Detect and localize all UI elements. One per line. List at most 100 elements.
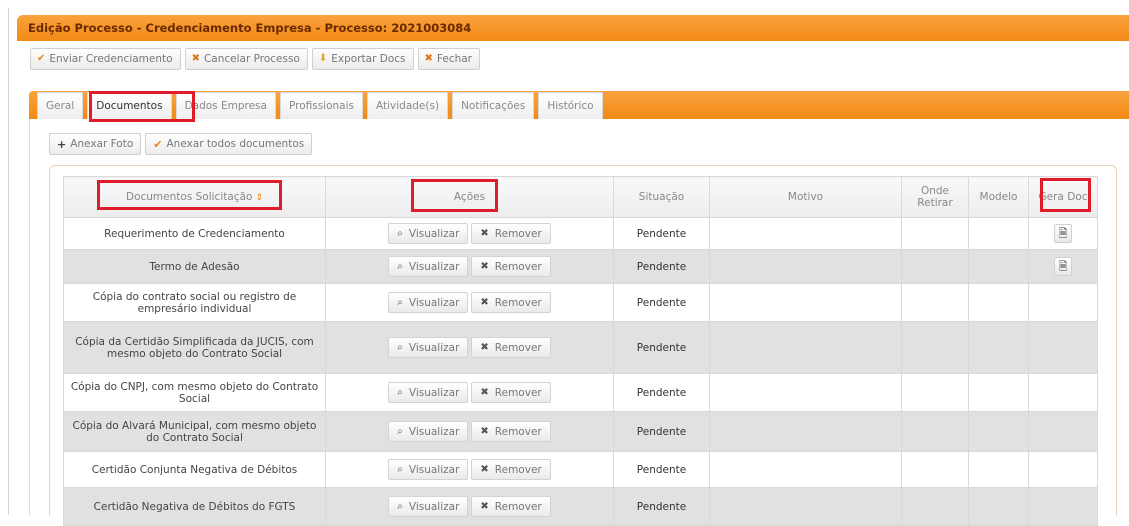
onde-retirar-cell [901, 373, 969, 412]
close-icon: ✖ [480, 426, 489, 437]
tab-historico[interactable]: Histórico [538, 92, 603, 119]
document-name: Cópia da Certidão Simplificada da JUCIS,… [75, 335, 314, 360]
onde-retirar-cell [901, 249, 969, 284]
plus-icon: + [57, 137, 67, 151]
column-header-onde-retirar: Onde Retirar [901, 176, 969, 218]
table-row: Termo de Adesão ⌕ Visualizar ✖ Remover Penden… [63, 249, 1098, 284]
document-name: Termo de Adesão [149, 260, 240, 273]
table-row: Cópia do contrato social ou registro de … [63, 283, 1098, 322]
remove-label: Remover [494, 386, 542, 399]
close-icon: ✖ [480, 297, 489, 308]
document-name-cell: Cópia do CNPJ, com mesmo objeto do Contr… [63, 373, 326, 412]
motivo-cell [709, 217, 902, 250]
view-button[interactable]: ⌕ Visualizar [388, 292, 469, 313]
tab-profissionais[interactable]: Profissionais [279, 92, 363, 119]
motivo-cell [709, 487, 902, 526]
table-row: Cópia do Alvará Municipal, com mesmo obj… [63, 411, 1098, 452]
cancel-process-button[interactable]: ✖ Cancelar Processo [184, 48, 308, 70]
view-label: Visualizar [408, 386, 460, 399]
status-cell: Pendente [613, 411, 710, 452]
remove-button[interactable]: ✖ Remover [471, 459, 551, 480]
table-row: Cópia do CNPJ, com mesmo objeto do Contr… [63, 373, 1098, 412]
remove-button[interactable]: ✖ Remover [471, 337, 551, 358]
close-icon: ✖ [424, 53, 433, 64]
add-photo-label: Anexar Foto [70, 138, 134, 150]
onde-retirar-cell [901, 217, 969, 250]
gera-doc-cell [1028, 373, 1098, 412]
generate-doc-button[interactable]: 🗎 [1054, 257, 1072, 276]
column-header-situacao: Situação [613, 176, 710, 218]
actions-cell: ⌕ Visualizar ✖ Remover [325, 217, 614, 250]
column-header-modelo: Modelo [968, 176, 1029, 218]
actions-cell: ⌕ Visualizar ✖ Remover [325, 451, 614, 488]
column-header-documentos-label: Documentos Solicitação [126, 190, 253, 203]
status-cell: Pendente [613, 321, 710, 374]
remove-button[interactable]: ✖ Remover [471, 223, 551, 244]
column-header-documentos[interactable]: Documentos Solicitação ⇕ [63, 176, 326, 218]
view-button[interactable]: ⌕ Visualizar [388, 459, 469, 480]
view-button[interactable]: ⌕ Visualizar [388, 421, 469, 442]
document-name: Certidão Conjunta Negativa de Débitos [91, 463, 298, 476]
motivo-cell [709, 321, 902, 374]
onde-retirar-cell [901, 451, 969, 488]
remove-button[interactable]: ✖ Remover [471, 382, 551, 403]
document-name: Requerimento de Credenciamento [104, 227, 285, 240]
close-icon: ✖ [480, 464, 489, 475]
send-accreditation-button[interactable]: ✔ Enviar Credenciamento [30, 48, 181, 70]
gera-doc-cell [1028, 321, 1098, 374]
search-icon: ⌕ [397, 501, 403, 512]
table-row: Certidão Conjunta Negativa de Débitos ⌕ Vi… [63, 451, 1098, 488]
actions-cell: ⌕ Visualizar ✖ Remover [325, 411, 614, 452]
view-label: Visualizar [408, 425, 460, 438]
download-icon: ⬇ [318, 53, 328, 64]
remove-button[interactable]: ✖ Remover [471, 421, 551, 442]
document-name-cell: Cópia do Alvará Municipal, com mesmo obj… [63, 411, 326, 452]
check-icon: ✔ [153, 137, 163, 151]
sort-icon: ⇕ [255, 192, 263, 203]
tab-geral[interactable]: Geral [37, 92, 84, 119]
status-cell: Pendente [613, 217, 710, 250]
cancel-process-label: Cancelar Processo [203, 53, 300, 65]
close-button[interactable]: ✖ Fechar [417, 48, 480, 70]
view-button[interactable]: ⌕ Visualizar [388, 496, 469, 517]
view-button[interactable]: ⌕ Visualizar [388, 337, 469, 358]
close-icon: ✖ [480, 261, 489, 272]
remove-button[interactable]: ✖ Remover [471, 292, 551, 313]
remove-label: Remover [494, 463, 542, 476]
remove-button[interactable]: ✖ Remover [471, 496, 551, 517]
tab-dados-empresa[interactable]: Dados Empresa [175, 92, 276, 119]
close-label: Fechar [436, 53, 472, 65]
attach-all-documents-button[interactable]: ✔ Anexar todos documentos [145, 133, 313, 155]
tab-notificacoes[interactable]: Notificações [452, 92, 535, 119]
view-button[interactable]: ⌕ Visualizar [388, 256, 469, 277]
tab-atividades[interactable]: Atividade(s) [367, 92, 449, 119]
attach-all-documents-label: Anexar todos documentos [166, 138, 305, 150]
motivo-cell [709, 451, 902, 488]
search-icon: ⌕ [397, 297, 403, 308]
modelo-cell [968, 373, 1029, 412]
remove-label: Remover [494, 500, 542, 513]
export-docs-button[interactable]: ⬇ Exportar Docs [311, 48, 414, 70]
document-name-cell: Certidão Conjunta Negativa de Débitos [63, 451, 326, 488]
view-button[interactable]: ⌕ Visualizar [388, 382, 469, 403]
actions-cell: ⌕ Visualizar ✖ Remover [325, 283, 614, 322]
modelo-cell [968, 451, 1029, 488]
actions-cell: ⌕ Visualizar ✖ Remover [325, 487, 614, 526]
remove-label: Remover [494, 341, 542, 354]
status-cell: Pendente [613, 487, 710, 526]
add-photo-button[interactable]: + Anexar Foto [49, 133, 142, 155]
tab-documentos[interactable]: Documentos [87, 92, 172, 119]
generate-doc-button[interactable]: 🗎 [1054, 224, 1072, 243]
remove-button[interactable]: ✖ Remover [471, 256, 551, 277]
modelo-cell [968, 487, 1029, 526]
view-button[interactable]: ⌕ Visualizar [388, 223, 469, 244]
view-label: Visualizar [408, 341, 460, 354]
attach-toolbar: + Anexar Foto ✔ Anexar todos documentos [49, 133, 316, 155]
document-name-cell: Cópia da Certidão Simplificada da JUCIS,… [63, 321, 326, 374]
column-header-motivo: Motivo [709, 176, 902, 218]
search-icon: ⌕ [397, 387, 403, 398]
actions-cell: ⌕ Visualizar ✖ Remover [325, 321, 614, 374]
document-name-cell: Termo de Adesão [63, 249, 326, 284]
close-icon: ✖ [480, 387, 489, 398]
gera-doc-cell: 🗎 [1028, 249, 1098, 284]
